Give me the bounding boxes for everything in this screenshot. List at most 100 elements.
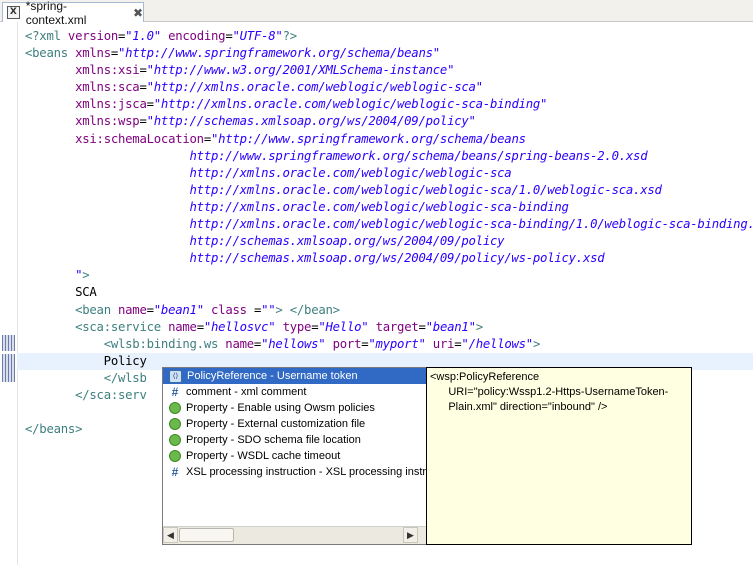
- code-token: =: [196, 319, 204, 334]
- code-token: SCA: [25, 285, 97, 300]
- proposal-item[interactable]: Property - Enable using Owsm policies: [163, 400, 426, 416]
- code-token: ?>: [282, 29, 298, 43]
- code-line[interactable]: xmlns:xsi="http://www.w3.org/2001/XMLSch…: [25, 62, 753, 79]
- proposal-item[interactable]: # comment - xml comment: [163, 384, 426, 400]
- code-token: "1.0": [125, 29, 161, 43]
- code-token: xmlns:wsp: [75, 114, 140, 129]
- code-token: "http://xmlns.oracle.com/weblogic/weblog…: [146, 80, 483, 95]
- hash-icon: #: [171, 465, 179, 479]
- code-line[interactable]: <beans xmlns="http://www.springframework…: [25, 45, 753, 62]
- code-token: </sca:serv: [75, 387, 147, 402]
- code-line[interactable]: xmlns:sca="http://xmlns.oracle.com/weblo…: [25, 79, 753, 96]
- code-line[interactable]: http://schemas.xmlsoap.org/ws/2004/09/po…: [25, 250, 753, 267]
- code-line[interactable]: xmlns:wsp="http://schemas.xmlsoap.org/ws…: [25, 113, 753, 130]
- code-line[interactable]: ">: [25, 267, 753, 284]
- change-marker: [2, 354, 15, 382]
- scroll-thumb[interactable]: [179, 528, 234, 542]
- code-token: "http://schemas.xmlsoap.org/ws/2004/09/p…: [146, 114, 476, 129]
- scroll-right-button[interactable]: ▶: [403, 527, 418, 543]
- code-line[interactable]: http://xmlns.oracle.com/weblogic/weblogi…: [25, 199, 753, 216]
- code-token: name: [118, 302, 147, 317]
- code-token: xmlns:jsca: [75, 97, 147, 112]
- code-line[interactable]: http://xmlns.oracle.com/weblogic/weblogi…: [25, 182, 753, 199]
- code-token: http://schemas.xmlsoap.org/ws/2004/09/po…: [189, 234, 505, 249]
- code-token: <bean: [75, 302, 118, 317]
- code-token: =: [146, 97, 154, 112]
- code-token: =: [139, 114, 147, 129]
- code-token: "hellows": [261, 336, 326, 351]
- horizontal-scrollbar[interactable]: ◀ ▶: [163, 526, 426, 544]
- code-line[interactable]: http://www.springframework.org/schema/be…: [25, 148, 753, 165]
- code-line[interactable]: http://xmlns.oracle.com/weblogic/weblogi…: [25, 216, 753, 233]
- code-token: name: [168, 319, 197, 334]
- code-token: http://schemas.xmlsoap.org/ws/2004/09/po…: [189, 251, 605, 266]
- code-line[interactable]: <sca:service name="hellosvc" type="Hello…: [25, 319, 753, 336]
- code-token: xmlns:xsi: [75, 63, 140, 78]
- proposal-label: PolicyReference - Username token: [187, 370, 358, 382]
- code-token: >: [275, 302, 283, 317]
- code-line[interactable]: http://schemas.xmlsoap.org/ws/2004/09/po…: [25, 233, 753, 250]
- code-line[interactable]: <bean name="bean1" class =""> </bean>: [25, 302, 753, 319]
- code-token: xmlns:sca: [75, 80, 140, 95]
- code-token: "/hellows": [461, 336, 533, 351]
- proposal-info-popup: <wsp:PolicyReference URI="policy:Wssp1.2…: [426, 367, 692, 545]
- content-assist-popup: ⟨⟩ PolicyReference - Username token # comme…: [162, 367, 427, 545]
- code-token: http://xmlns.oracle.com/weblogic/weblogi…: [189, 182, 662, 197]
- code-token: "bean1": [153, 302, 204, 317]
- proposal-item[interactable]: Property - External customization file: [163, 416, 426, 432]
- proposal-item[interactable]: Property - SDO schema file location: [163, 432, 426, 448]
- code-token: http://xmlns.oracle.com/weblogic/weblogi…: [189, 217, 753, 232]
- code-line[interactable]: http://xmlns.oracle.com/weblogic/weblogi…: [25, 165, 753, 182]
- code-line[interactable]: xmlns:jsca="http://xmlns.oracle.com/webl…: [25, 96, 753, 113]
- code-token: =: [246, 302, 262, 317]
- code-token: xsi:schemaLocation: [75, 131, 204, 146]
- close-icon[interactable]: ✖: [133, 6, 143, 20]
- code-token: =: [146, 302, 154, 317]
- code-token: >: [532, 336, 541, 351]
- proposal-item[interactable]: Property - WSDL cache timeout: [163, 448, 426, 464]
- proposal-label: Property - SDO schema file location: [186, 434, 361, 446]
- code-line[interactable]: xsi:schemaLocation="http://www.springfra…: [25, 131, 753, 148]
- code-token: class: [211, 302, 247, 317]
- code-token: <sca:service: [75, 319, 169, 334]
- code-token: "http://www.springframework.org/schema/b…: [118, 46, 440, 61]
- hash-icon: #: [171, 385, 179, 399]
- code-token: uri: [432, 336, 455, 351]
- tab-spring-context-xml[interactable]: X *spring-context.xml ✖: [2, 0, 144, 27]
- code-line[interactable]: <?xml version="1.0" encoding="UTF-8"?>: [25, 28, 753, 45]
- code-line[interactable]: SCA: [25, 284, 753, 301]
- code-line[interactable]: <wlsb:binding.ws name="hellows" port="my…: [25, 336, 753, 353]
- proposal-item[interactable]: # XSL processing instruction - XSL proces…: [163, 464, 426, 480]
- tab-title: *spring-context.xml: [25, 0, 87, 27]
- proposal-item[interactable]: ⟨⟩ PolicyReference - Username token: [163, 368, 426, 384]
- xml-file-icon: X: [7, 6, 20, 19]
- scroll-left-button[interactable]: ◀: [163, 527, 178, 543]
- proposal-label: Property - Enable using Owsm policies: [186, 402, 375, 414]
- code-token: name: [225, 336, 254, 351]
- code-token: =: [139, 63, 147, 78]
- green-dot-icon: [169, 418, 181, 430]
- green-dot-icon: [169, 402, 181, 414]
- proposal-label: Property - External customization file: [186, 418, 366, 430]
- code-token: port: [332, 336, 362, 351]
- code-token: encoding: [168, 29, 226, 43]
- code-token: http://www.springframework.org/schema/be…: [189, 148, 648, 163]
- proposal-label: XSL processing instruction - XSL process…: [186, 466, 426, 478]
- code-token: xmlns: [75, 46, 111, 61]
